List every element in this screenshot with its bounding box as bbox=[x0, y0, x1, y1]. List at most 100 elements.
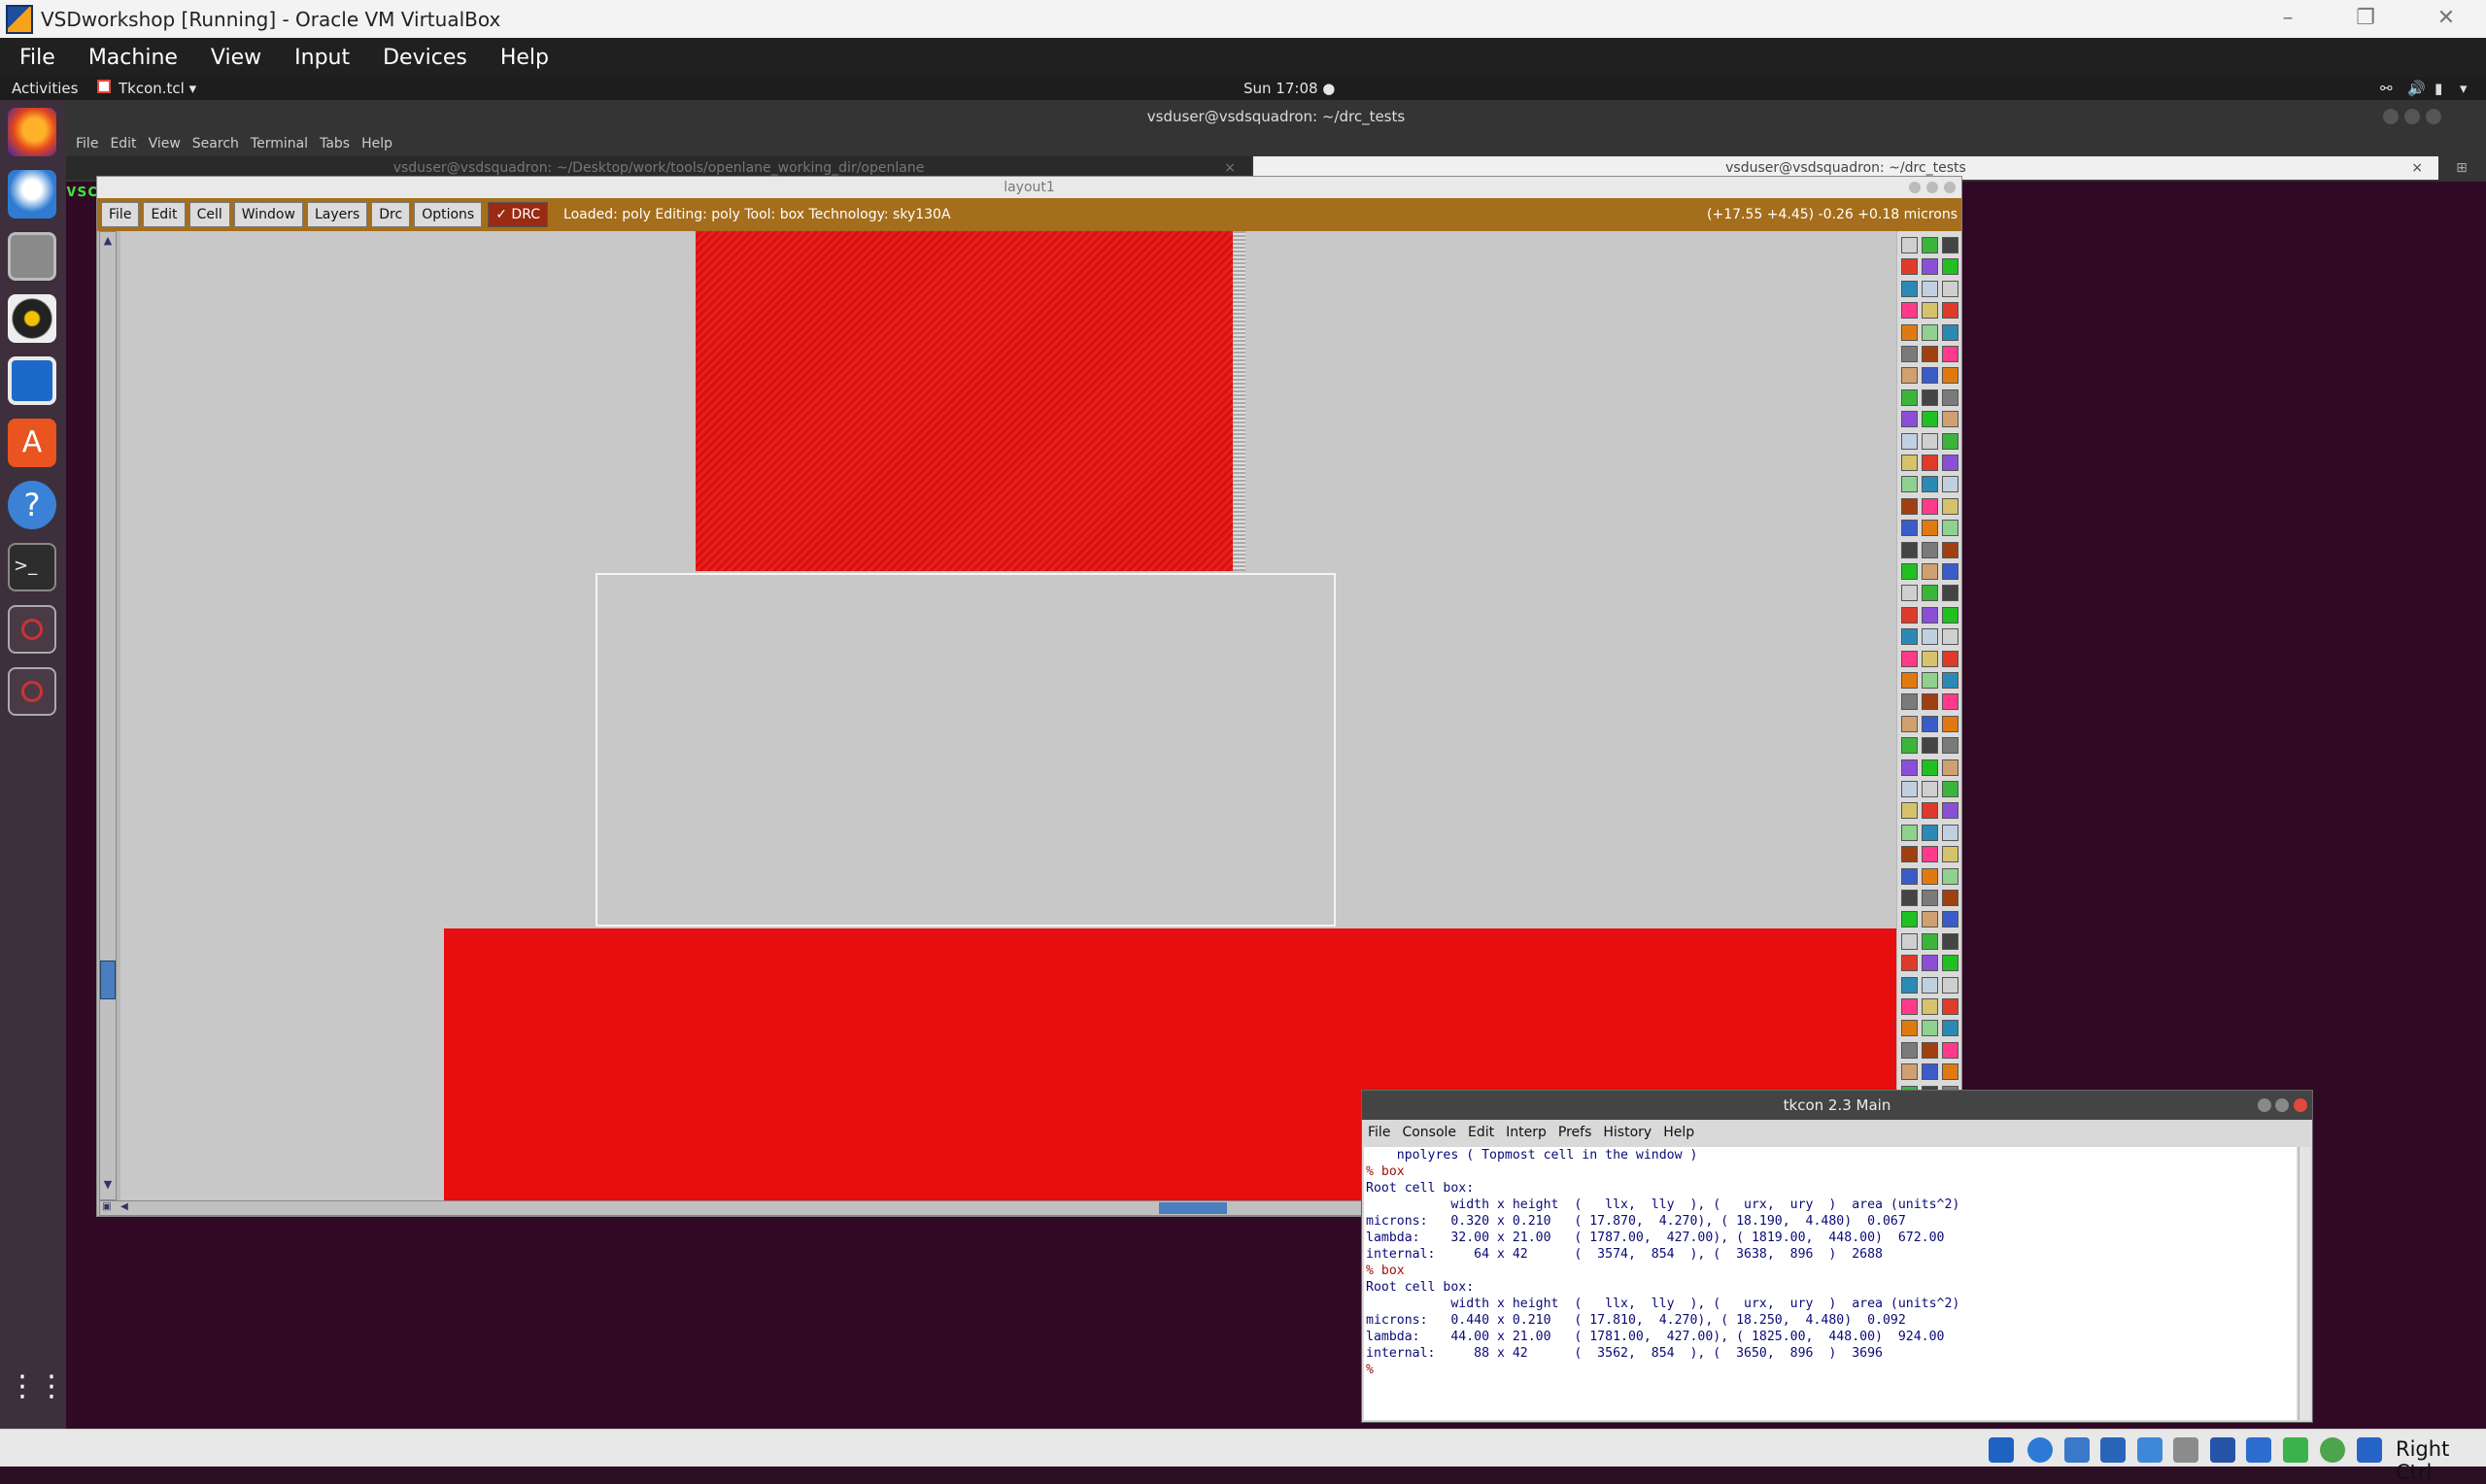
layer-swatch[interactable] bbox=[1901, 520, 1918, 537]
rhythmbox-icon[interactable] bbox=[8, 294, 56, 343]
drc-toggle-button[interactable]: ✓ DRC bbox=[488, 202, 549, 227]
magic-menu-options[interactable]: Options bbox=[414, 202, 483, 227]
help-icon[interactable]: ? bbox=[8, 481, 56, 529]
layer-swatch[interactable] bbox=[1922, 258, 1938, 276]
video-capture-icon[interactable] bbox=[2246, 1437, 2271, 1463]
layer-swatch[interactable] bbox=[1942, 388, 1958, 406]
volume-icon[interactable]: 🔊 bbox=[2407, 80, 2426, 97]
terminal-menu-file[interactable]: File bbox=[70, 133, 104, 154]
layer-swatch[interactable] bbox=[1901, 672, 1918, 689]
layer-swatch[interactable] bbox=[1901, 759, 1918, 776]
layer-swatch[interactable] bbox=[1901, 346, 1918, 362]
layer-swatch[interactable] bbox=[1942, 1041, 1958, 1059]
tkcon-menu-history[interactable]: History bbox=[1597, 1125, 1657, 1140]
layer-swatch[interactable] bbox=[1942, 890, 1958, 906]
tkcon-menu-edit[interactable]: Edit bbox=[1462, 1125, 1500, 1140]
layer-swatch[interactable] bbox=[1922, 911, 1938, 928]
layer-swatch[interactable] bbox=[1942, 346, 1958, 362]
terminal-icon[interactable]: >_ bbox=[8, 543, 56, 591]
layer-swatch[interactable] bbox=[1942, 650, 1958, 667]
layer-swatch[interactable] bbox=[1922, 955, 1938, 972]
layer-swatch[interactable] bbox=[1922, 323, 1938, 341]
layer-swatch[interactable] bbox=[1922, 693, 1938, 711]
cpu-indicator-icon[interactable] bbox=[2320, 1437, 2345, 1463]
layer-swatch[interactable] bbox=[1901, 432, 1918, 450]
layout-minimize-icon[interactable] bbox=[1909, 182, 1921, 193]
layer-swatch[interactable] bbox=[1901, 781, 1918, 797]
tkcon-maximize-icon[interactable] bbox=[2275, 1098, 2289, 1112]
layer-swatch[interactable] bbox=[1922, 890, 1938, 906]
layer-swatch[interactable] bbox=[1901, 258, 1918, 276]
layer-swatch[interactable] bbox=[1922, 237, 1938, 253]
layer-swatch[interactable] bbox=[1901, 846, 1918, 863]
layout-close-icon[interactable] bbox=[1944, 182, 1956, 193]
layer-swatch[interactable] bbox=[1942, 1020, 1958, 1037]
layer-swatch[interactable] bbox=[1942, 237, 1958, 253]
layer-swatch[interactable] bbox=[1942, 672, 1958, 689]
tkcon-console[interactable]: npolyres ( Topmost cell in the window )%… bbox=[1364, 1147, 2297, 1420]
tkcon-menu-interp[interactable]: Interp bbox=[1500, 1125, 1552, 1140]
audio-icon[interactable] bbox=[2064, 1437, 2090, 1463]
layer-swatch[interactable] bbox=[1922, 563, 1938, 580]
activities-button[interactable]: Activities bbox=[12, 80, 78, 97]
layer-swatch[interactable] bbox=[1901, 237, 1918, 253]
layer-swatch[interactable] bbox=[1942, 911, 1958, 928]
layer-swatch[interactable] bbox=[1901, 802, 1918, 820]
optical-drive-icon[interactable] bbox=[2027, 1437, 2053, 1463]
display-icon[interactable] bbox=[2210, 1437, 2235, 1463]
magic-menu-file[interactable]: File bbox=[101, 202, 140, 227]
layer-swatch[interactable] bbox=[1942, 367, 1958, 385]
layer-swatch[interactable] bbox=[1901, 388, 1918, 406]
files-icon[interactable] bbox=[8, 232, 56, 281]
layer-swatch[interactable] bbox=[1942, 867, 1958, 885]
layer-swatch[interactable] bbox=[1901, 280, 1918, 297]
zoom-box-icon[interactable]: ▣ bbox=[100, 1201, 114, 1215]
magic-window-icon[interactable] bbox=[8, 605, 56, 654]
scroll-down-icon[interactable]: ▼ bbox=[101, 1178, 115, 1192]
software-center-icon[interactable]: A bbox=[8, 419, 56, 467]
layer-swatch[interactable] bbox=[1901, 890, 1918, 906]
layer-swatch[interactable] bbox=[1922, 1020, 1938, 1037]
close-icon[interactable]: ✕ bbox=[2417, 4, 2475, 35]
layout-maximize-icon[interactable] bbox=[1926, 182, 1938, 193]
magic-menu-edit[interactable]: Edit bbox=[143, 202, 186, 227]
layer-swatch[interactable] bbox=[1922, 1041, 1938, 1059]
layer-swatch[interactable] bbox=[1901, 411, 1918, 428]
layer-swatch[interactable] bbox=[1922, 824, 1938, 841]
layer-swatch[interactable] bbox=[1922, 932, 1938, 950]
layer-swatch[interactable] bbox=[1901, 323, 1918, 341]
horizontal-scrollbar[interactable]: ▣ ◀ bbox=[99, 1200, 1435, 1216]
firefox-icon[interactable] bbox=[8, 108, 56, 156]
layer-swatch[interactable] bbox=[1901, 1020, 1918, 1037]
tkcon-menu-console[interactable]: Console bbox=[1396, 1125, 1462, 1140]
layer-swatch[interactable] bbox=[1922, 432, 1938, 450]
layer-swatch[interactable] bbox=[1942, 824, 1958, 841]
layer-swatch[interactable] bbox=[1901, 628, 1918, 646]
selection-box[interactable] bbox=[596, 573, 1336, 927]
layer-swatch[interactable] bbox=[1922, 976, 1938, 994]
layer-swatch[interactable] bbox=[1942, 759, 1958, 776]
vbox-menu-help[interactable]: Help bbox=[481, 46, 562, 70]
layer-swatch[interactable] bbox=[1922, 781, 1938, 797]
tkcon-scrollbar[interactable] bbox=[2299, 1147, 2310, 1420]
layer-swatch[interactable] bbox=[1922, 650, 1938, 667]
layer-swatch[interactable] bbox=[1901, 585, 1918, 602]
layer-swatch[interactable] bbox=[1922, 737, 1938, 755]
layer-swatch[interactable] bbox=[1922, 280, 1938, 297]
terminal-close-icon[interactable] bbox=[2426, 109, 2441, 124]
layer-swatch[interactable] bbox=[1942, 998, 1958, 1015]
layer-swatch[interactable] bbox=[1922, 998, 1938, 1015]
layer-swatch[interactable] bbox=[1901, 911, 1918, 928]
layer-swatch[interactable] bbox=[1942, 781, 1958, 797]
layer-swatch[interactable] bbox=[1922, 802, 1938, 820]
tkcon-minimize-icon[interactable] bbox=[2258, 1098, 2271, 1112]
vbox-menu-devices[interactable]: Devices bbox=[363, 46, 481, 70]
scroll-left-icon[interactable]: ◀ bbox=[118, 1201, 131, 1215]
layer-swatch[interactable] bbox=[1901, 497, 1918, 515]
network-adapter-icon[interactable] bbox=[2100, 1437, 2126, 1463]
layer-swatch[interactable] bbox=[1942, 323, 1958, 341]
layer-swatch[interactable] bbox=[1922, 867, 1938, 885]
layer-palette[interactable] bbox=[1897, 231, 1961, 1200]
vbox-menu-input[interactable]: Input bbox=[275, 46, 363, 70]
tkcon-close-icon[interactable] bbox=[2294, 1098, 2307, 1112]
